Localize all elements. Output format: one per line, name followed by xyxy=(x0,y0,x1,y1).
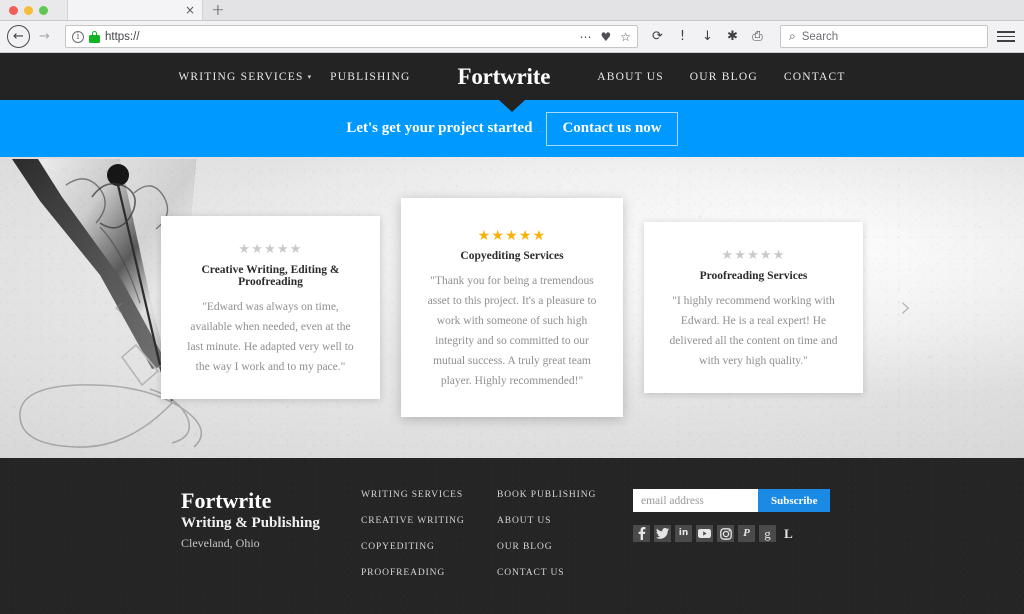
pinterest-icon[interactable]: P xyxy=(738,525,755,542)
reload-icon[interactable]: ⟳ xyxy=(645,25,670,49)
google-icon[interactable]: g xyxy=(759,525,776,542)
cta-text: Let's get your project started xyxy=(346,120,533,136)
testimonial-title: Proofreading Services xyxy=(699,269,808,282)
email-field[interactable] xyxy=(633,489,758,512)
newsletter-signup: Subscribe in xyxy=(633,488,853,594)
print-icon[interactable]: ⎙ xyxy=(745,25,770,49)
page-content: WRITING SERVICES ▾ PUBLISHING Fortwrite … xyxy=(0,53,1024,614)
rating-stars: ★★★★★ xyxy=(238,240,303,256)
nav-item-writing-services[interactable]: WRITING SERVICES xyxy=(165,71,316,83)
footer-link-book-publishing[interactable]: BOOK PUBLISHING xyxy=(497,490,633,500)
instagram-icon[interactable] xyxy=(717,525,734,542)
footer-column-services: WRITING SERVICES CREATIVE WRITING COPYED… xyxy=(361,488,497,594)
lock-icon xyxy=(89,30,100,43)
youtube-icon[interactable] xyxy=(696,525,713,542)
browser-window: × + ← → i https:// ⋯ ♥ ☆ ⟳ ! ↓ ✱ ⎙ ⌕ Sea… xyxy=(0,0,1024,614)
facebook-icon[interactable] xyxy=(633,525,650,542)
downloads-icon[interactable]: ↓ xyxy=(695,25,720,49)
linkedin-icon[interactable]: in xyxy=(675,525,692,542)
footer-link-proofreading[interactable]: PROOFREADING xyxy=(361,568,497,578)
footer-brand: Fortwrite Writing & Publishing Cleveland… xyxy=(181,488,361,594)
footer-link-copyediting[interactable]: COPYEDITING xyxy=(361,542,497,552)
bookmark-star-icon[interactable]: ☆ xyxy=(620,30,631,44)
footer-logo: Fortwrite xyxy=(181,488,272,513)
nav-item-about-us[interactable]: ABOUT US xyxy=(584,71,677,83)
close-icon[interactable]: × xyxy=(185,4,195,16)
address-bar[interactable]: i https:// ⋯ ♥ ☆ xyxy=(65,25,638,48)
site-info-icon[interactable]: i xyxy=(72,30,84,43)
nav-item-publishing[interactable]: PUBLISHING xyxy=(317,71,423,83)
page-info-icon[interactable]: ! xyxy=(670,25,695,49)
testimonial-card[interactable]: ★★★★★ Proofreading Services "I highly re… xyxy=(644,221,863,394)
footer-column-company: BOOK PUBLISHING ABOUT US OUR BLOG CONTAC… xyxy=(497,488,633,594)
testimonial-title: Creative Writing, Editing & Proofreading xyxy=(201,263,340,288)
carousel-prev-button[interactable]: ‹ xyxy=(113,292,125,323)
contact-us-now-button[interactable]: Contact us now xyxy=(546,111,678,146)
rating-stars: ★★★★★ xyxy=(721,246,786,262)
testimonial-card[interactable]: ★★★★★ Copyediting Services "Thank you fo… xyxy=(401,197,623,418)
testimonial-quote: "Thank you for being a tremendous asset … xyxy=(427,274,597,388)
pocket-icon[interactable]: ♥ xyxy=(600,30,611,44)
maximize-window-button[interactable] xyxy=(39,5,48,15)
url-text: https:// xyxy=(105,30,140,43)
more-options-icon[interactable]: ⋯ xyxy=(579,30,591,44)
chevron-down-icon[interactable]: ▾ xyxy=(308,73,318,81)
back-button[interactable]: ← xyxy=(7,25,30,48)
site-navigation: WRITING SERVICES ▾ PUBLISHING Fortwrite … xyxy=(0,53,1024,100)
minimize-window-button[interactable] xyxy=(24,5,33,15)
footer-link-contact-us[interactable]: CONTACT US xyxy=(497,568,633,578)
twitter-icon[interactable] xyxy=(654,525,671,542)
new-tab-button[interactable]: + xyxy=(203,0,233,20)
window-controls xyxy=(0,0,67,20)
search-bar[interactable]: ⌕ Search xyxy=(780,25,988,48)
search-icon: ⌕ xyxy=(789,29,796,43)
cta-banner: Let's get your project started Contact u… xyxy=(0,100,1024,157)
testimonial-quote: "Edward was always on time, available wh… xyxy=(187,300,354,374)
forward-button[interactable]: → xyxy=(33,25,56,48)
search-placeholder: Search xyxy=(801,30,839,43)
site-logo[interactable]: Fortwrite xyxy=(424,64,585,90)
testimonial-title: Copyediting Services xyxy=(460,249,564,262)
footer-tagline: Writing & Publishing xyxy=(181,515,320,532)
letterboxd-icon[interactable]: L xyxy=(780,525,797,542)
footer-location: Cleveland, Ohio xyxy=(181,535,260,550)
footer-link-writing-services[interactable]: WRITING SERVICES xyxy=(361,490,497,500)
footer-link-our-blog[interactable]: OUR BLOG xyxy=(497,542,633,552)
close-window-button[interactable] xyxy=(9,5,18,15)
testimonial-quote: "I highly recommend working with Edward.… xyxy=(669,294,838,368)
hero-section: ‹ › ★★★★★ Creative Writing, Editing & Pr… xyxy=(0,157,1024,458)
tab-strip-empty-area xyxy=(233,0,1024,20)
browser-tab[interactable]: × xyxy=(67,0,203,20)
browser-toolbar: ← → i https:// ⋯ ♥ ☆ ⟳ ! ↓ ✱ ⎙ ⌕ Search xyxy=(0,21,1024,53)
tab-strip: × + xyxy=(0,0,1024,21)
settings-gear-icon[interactable]: ✱ xyxy=(720,25,745,49)
subscribe-button[interactable]: Subscribe xyxy=(758,489,831,512)
testimonial-card[interactable]: ★★★★★ Creative Writing, Editing & Proofr… xyxy=(161,215,380,400)
footer-link-creative-writing[interactable]: CREATIVE WRITING xyxy=(361,516,497,526)
site-footer: Fortwrite Writing & Publishing Cleveland… xyxy=(0,458,1024,614)
cta-notch-arrow xyxy=(499,100,525,112)
carousel-next-button[interactable]: › xyxy=(900,292,912,323)
nav-item-contact[interactable]: CONTACT xyxy=(771,71,859,83)
rating-stars: ★★★★★ xyxy=(477,226,547,243)
social-links: in P g L xyxy=(633,525,853,542)
footer-link-about-us[interactable]: ABOUT US xyxy=(497,516,633,526)
nav-item-our-blog[interactable]: OUR BLOG xyxy=(677,71,771,83)
testimonial-carousel: ★★★★★ Creative Writing, Editing & Proofr… xyxy=(0,157,1024,458)
menu-icon[interactable] xyxy=(997,31,1017,42)
